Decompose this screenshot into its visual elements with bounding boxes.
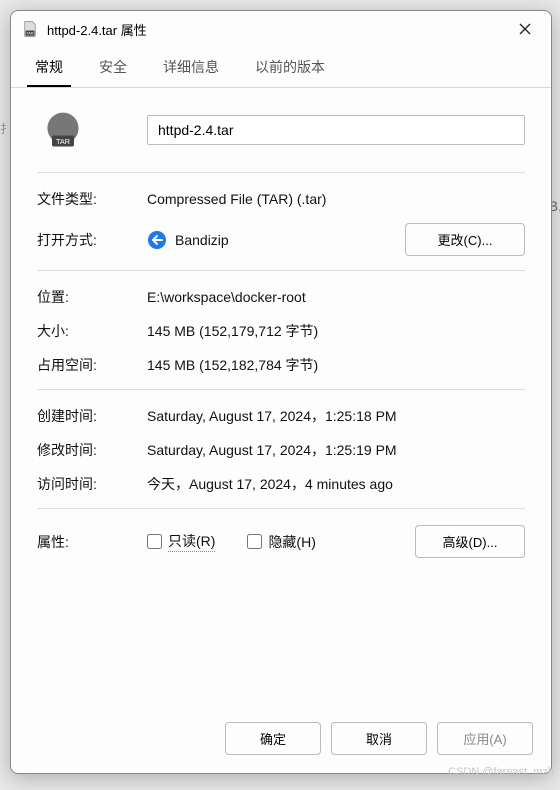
created-value: Saturday, August 17, 2024，1:25:18 PM: [147, 406, 525, 426]
hidden-checkbox[interactable]: 隐藏(H): [247, 532, 315, 552]
tab-general[interactable]: 常规: [27, 47, 71, 87]
svg-text:TAR: TAR: [26, 32, 34, 36]
filename-input[interactable]: [147, 115, 525, 145]
size-value: 145 MB (152,179,712 字节): [147, 321, 525, 341]
tab-bar: 常规 安全 详细信息 以前的版本: [11, 47, 551, 88]
bandizip-icon: [147, 230, 167, 250]
created-label: 创建时间:: [37, 406, 147, 426]
divider: [37, 270, 525, 271]
watermark: CSDN @fareast_mzh: [448, 766, 554, 778]
tab-security[interactable]: 安全: [91, 47, 135, 87]
hidden-checkbox-input[interactable]: [247, 534, 262, 549]
readonly-checkbox-input[interactable]: [147, 534, 162, 549]
size-label: 大小:: [37, 321, 147, 341]
attributes-label: 属性:: [37, 532, 147, 552]
cancel-button[interactable]: 取消: [331, 722, 427, 755]
tab-details[interactable]: 详细信息: [155, 47, 227, 87]
general-panel: TAR 文件类型: Compressed File (TAR) (.tar) 打…: [11, 88, 551, 708]
location-label: 位置:: [37, 287, 147, 307]
openwith-app: Bandizip: [175, 232, 229, 248]
modified-label: 修改时间:: [37, 440, 147, 460]
location-value: E:\workspace\docker-root: [147, 289, 525, 305]
ok-button[interactable]: 确定: [225, 722, 321, 755]
divider: [37, 389, 525, 390]
readonly-checkbox-label: 只读(R): [168, 531, 215, 552]
window-title: httpd-2.4.tar 属性: [47, 20, 505, 39]
tar-file-icon: TAR: [21, 20, 39, 38]
filetype-value: Compressed File (TAR) (.tar): [147, 191, 525, 207]
svg-text:TAR: TAR: [56, 137, 70, 146]
readonly-checkbox[interactable]: 只读(R): [147, 531, 215, 552]
dialog-footer: 确定 取消 应用(A): [11, 708, 551, 773]
tab-previous-versions[interactable]: 以前的版本: [247, 47, 333, 87]
apply-button[interactable]: 应用(A): [437, 722, 533, 755]
properties-dialog: TAR httpd-2.4.tar 属性 常规 安全 详细信息 以前的版本 TA…: [10, 10, 552, 774]
file-type-icon-large: TAR: [37, 108, 89, 152]
divider: [37, 172, 525, 173]
openwith-label: 打开方式:: [37, 230, 147, 250]
hidden-checkbox-label: 隐藏(H): [268, 532, 315, 552]
modified-value: Saturday, August 17, 2024，1:25:19 PM: [147, 440, 525, 460]
advanced-button[interactable]: 高级(D)...: [415, 525, 525, 558]
accessed-label: 访问时间:: [37, 474, 147, 494]
size-on-disk-value: 145 MB (152,182,784 字节): [147, 355, 525, 375]
close-button[interactable]: [505, 14, 545, 44]
close-icon: [519, 23, 531, 35]
titlebar: TAR httpd-2.4.tar 属性: [11, 11, 551, 47]
filetype-label: 文件类型:: [37, 189, 147, 209]
size-on-disk-label: 占用空间:: [37, 355, 147, 375]
divider: [37, 508, 525, 509]
accessed-value: 今天，August 17, 2024，4 minutes ago: [147, 474, 525, 494]
change-openwith-button[interactable]: 更改(C)...: [405, 223, 525, 256]
